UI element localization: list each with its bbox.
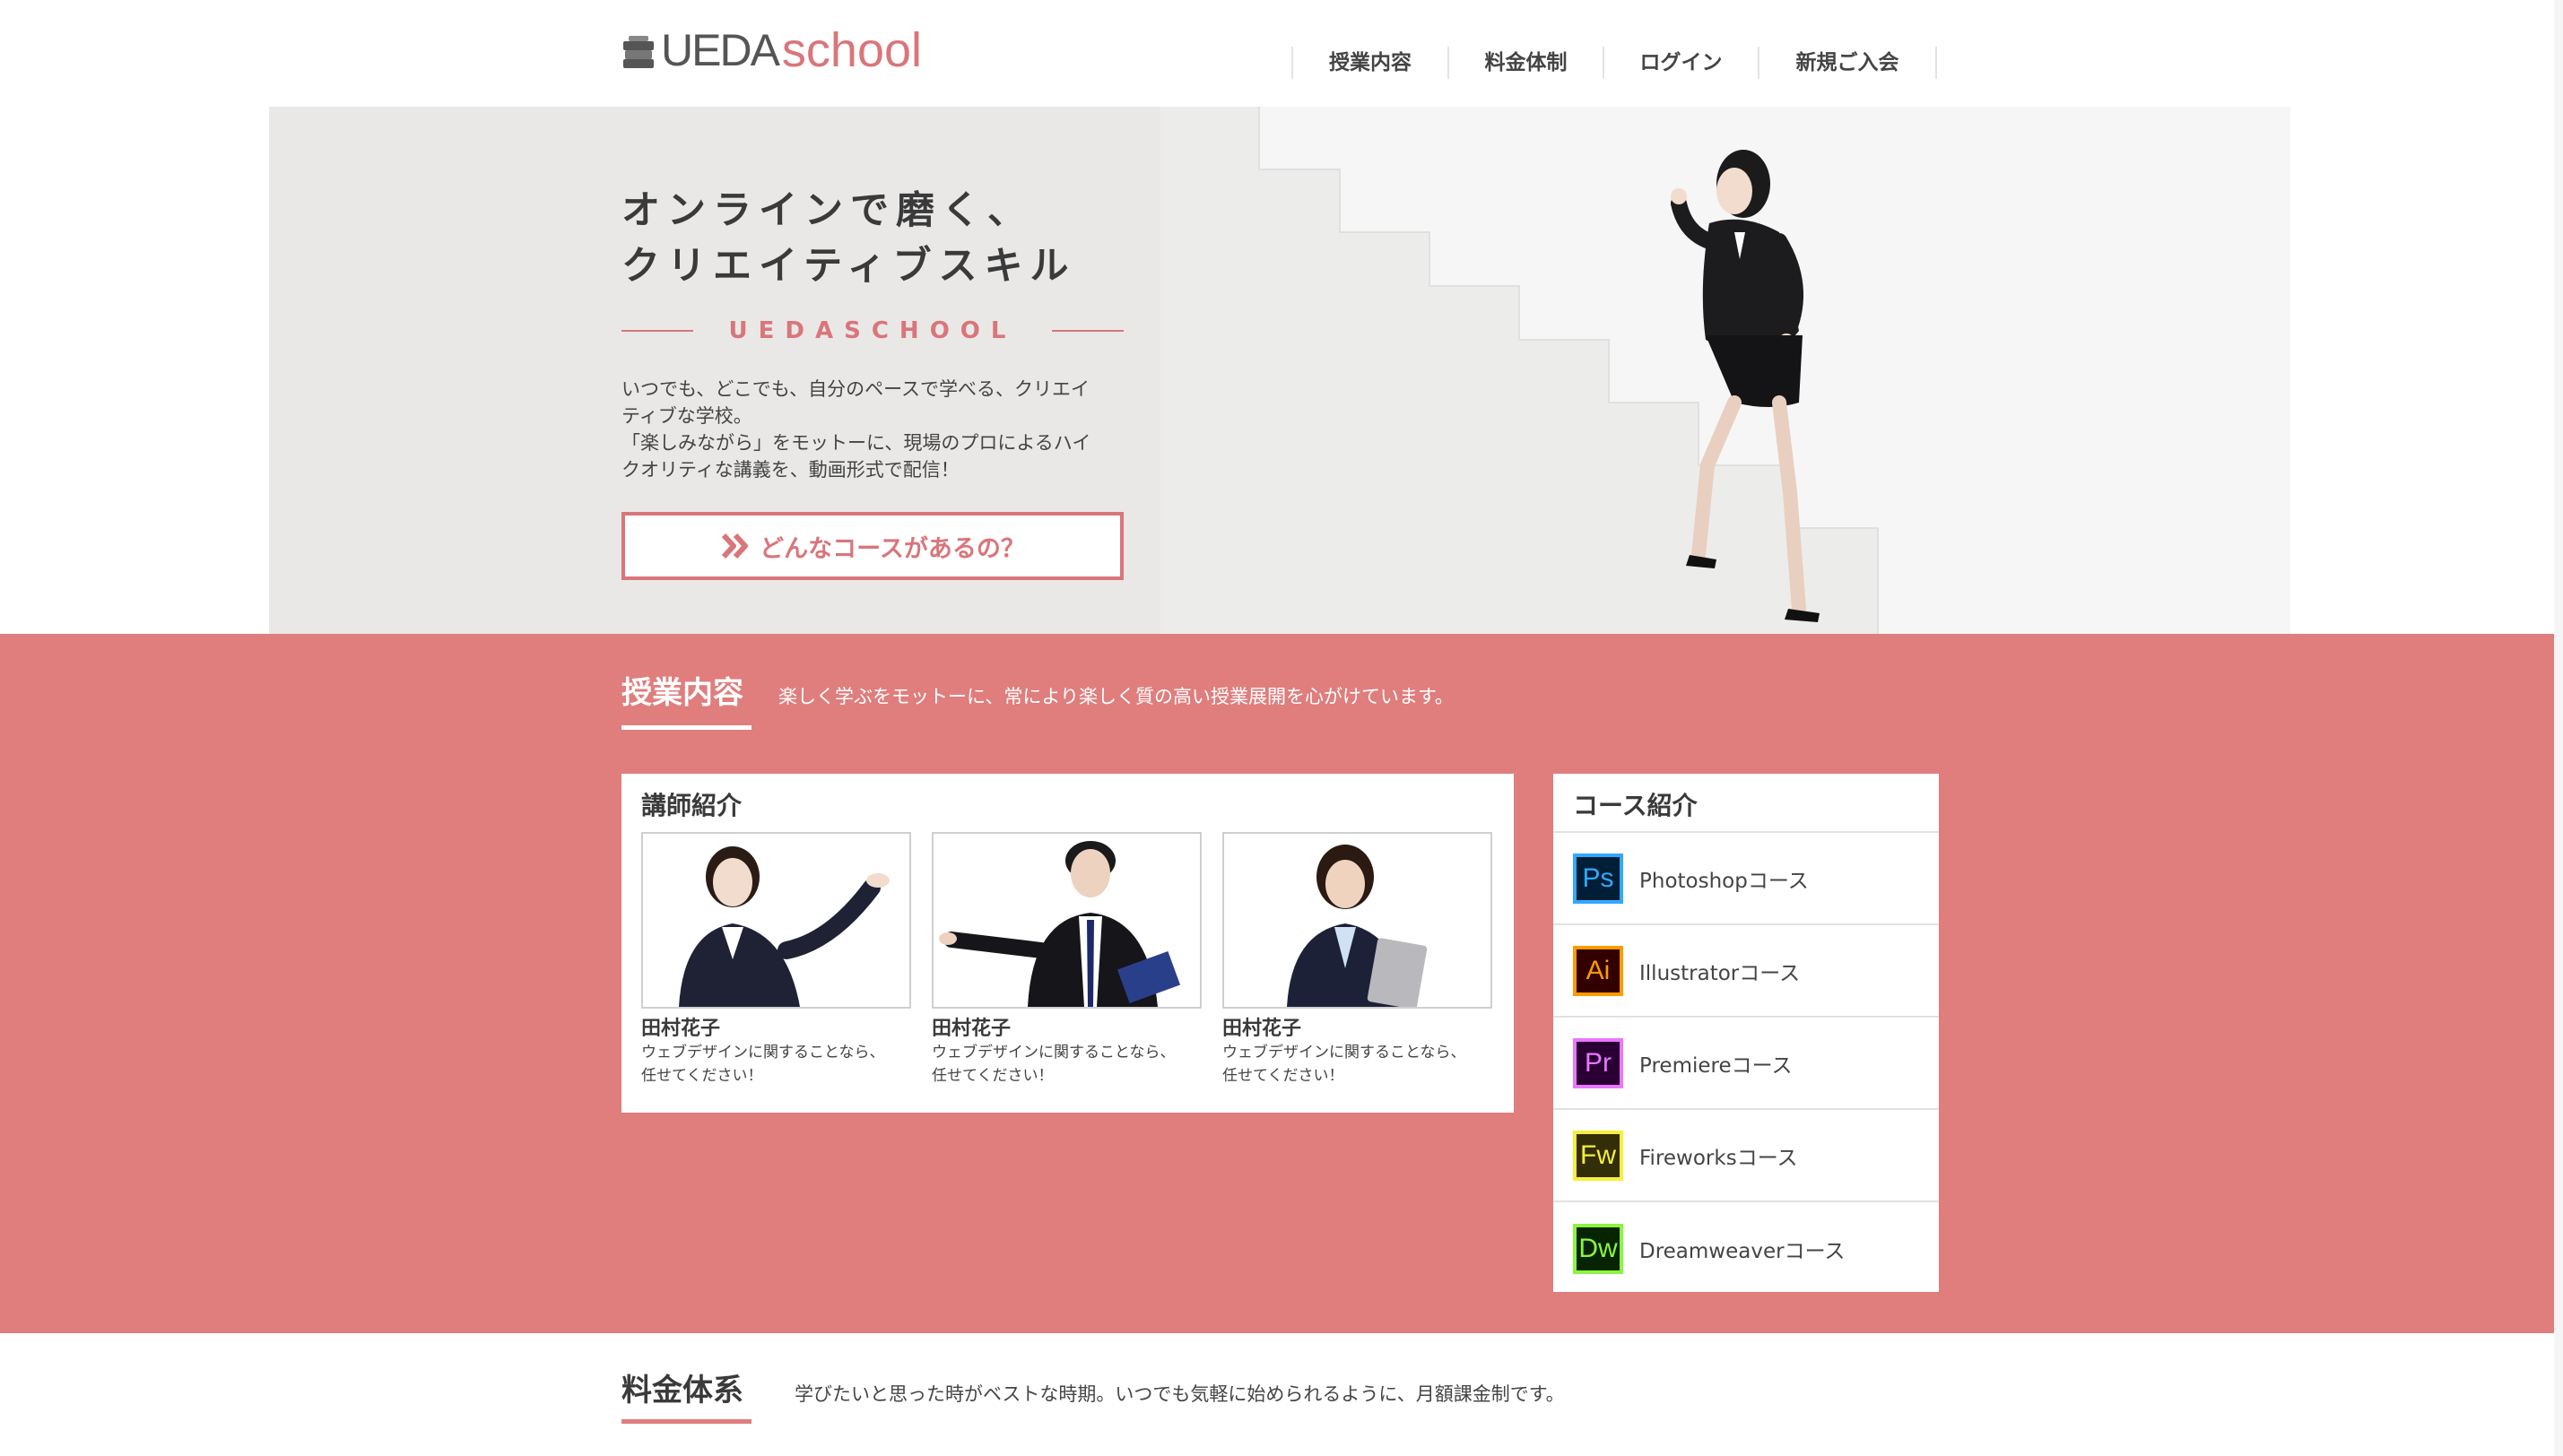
course-label: Illustratorコース: [1639, 961, 1801, 985]
logo-text-school: school: [781, 23, 923, 77]
pricing-section: 料金体系 学びたいと思った時がベストな時期。いつでも気軽に始められるように、月額…: [0, 1333, 2563, 1456]
hero-title-line2: クリエイティブスキル: [621, 244, 1076, 289]
teacher-photo: [641, 832, 911, 1009]
teacher-desc: ウェブデザインに関することなら、: [1222, 1044, 1466, 1062]
hero-image: [1160, 107, 2290, 634]
nav-item-login[interactable]: ログイン: [1604, 47, 1759, 79]
teacher-desc: 任せてください！: [1222, 1067, 1344, 1085]
teacher-card[interactable]: 田村花子 ウェブデザインに関することなら、 任せてください！: [1222, 832, 1492, 1088]
hero-title: オンラインで磨く、 クリエイティブスキル: [621, 183, 1076, 294]
hero-brand: UEDASCHOOL: [621, 313, 1125, 349]
books-icon: [623, 36, 654, 68]
brand-divider-right: [1052, 330, 1125, 332]
logo-text-ueda: UEDA: [661, 25, 780, 75]
dreamweaver-icon: Dw: [1573, 1223, 1623, 1274]
premiere-icon: Pr: [1573, 1037, 1623, 1088]
brand-text: UEDASCHOOL: [728, 317, 1017, 344]
teachers-panel: 講師紹介 田村花子 ウェブデザインに関することなら、 任せてください！ 田村花子…: [621, 774, 1514, 1113]
teacher-desc: ウェブデザインに関することなら、: [641, 1044, 885, 1062]
double-chevron-right-icon: [721, 533, 749, 559]
teacher-photo: [1222, 832, 1492, 1009]
course-item-dreamweaver[interactable]: Dw Dreamweaverコース: [1553, 1202, 1939, 1295]
nav-item-signup[interactable]: 新規ご入会: [1759, 47, 1937, 79]
hero-section: オンラインで磨く、 クリエイティブスキル UEDASCHOOL いつでも、どこで…: [269, 107, 2290, 634]
teacher-name: 田村花子: [1222, 1018, 1302, 1040]
classes-title: 授業内容: [621, 675, 743, 711]
main-nav: 授業内容 料金体制 ログイン 新規ご入会: [1291, 47, 1937, 79]
teacher-card[interactable]: 田村花子 ウェブデザインに関することなら、 任せてください！: [641, 832, 911, 1088]
illustrator-icon: Ai: [1573, 945, 1623, 996]
pricing-title: 料金体系: [621, 1373, 743, 1408]
classes-title-underline: [621, 725, 752, 730]
courses-cta-label: どんなコースがあるの？: [760, 534, 1025, 563]
nav-item-pricing[interactable]: 料金体制: [1449, 47, 1604, 79]
teacher-card[interactable]: 田村花子 ウェブデザインに関することなら、 任せてください！: [932, 832, 1202, 1088]
brand-divider-left: [621, 330, 693, 332]
hero-description: いつでも、どこでも、自分のペースで学べる、クリエイ ティブな学校。 「楽しみなが…: [621, 376, 1133, 483]
course-label: Fireworksコース: [1639, 1146, 1798, 1170]
course-label: Premiereコース: [1639, 1053, 1793, 1078]
hero-desc-line: いつでも、どこでも、自分のペースで学べる、クリエイ: [621, 378, 1090, 400]
teacher-desc: ウェブデザインに関することなら、: [932, 1044, 1176, 1062]
teachers-title: 講師紹介: [641, 791, 743, 820]
course-label: Photoshopコース: [1639, 869, 1809, 893]
course-item-fireworks[interactable]: Fw Fireworksコース: [1553, 1110, 1939, 1202]
page-scrollbar[interactable]: [2554, 0, 2563, 1456]
teacher-name: 田村花子: [641, 1018, 721, 1040]
teacher-desc: 任せてください！: [932, 1067, 1054, 1085]
fireworks-icon: Fw: [1573, 1130, 1623, 1181]
courses-cta-button[interactable]: どんなコースがあるの？: [621, 512, 1124, 580]
stairs-illustration: [1160, 107, 2290, 634]
hero-title-line1: オンラインで磨く、: [621, 188, 1033, 233]
nav-item-classes[interactable]: 授業内容: [1293, 47, 1449, 79]
courses-panel: コース紹介 Ps Photoshopコース Ai Illustratorコース …: [1553, 774, 1939, 1292]
course-item-premiere[interactable]: Pr Premiereコース: [1553, 1018, 1939, 1110]
course-item-illustrator[interactable]: Ai Illustratorコース: [1553, 925, 1939, 1018]
site-header: UEDA school 授業内容 料金体制 ログイン 新規ご入会: [0, 0, 2563, 107]
teacher-photo: [932, 832, 1202, 1009]
course-label: Dreamweaverコース: [1639, 1239, 1846, 1263]
hero-desc-line: クオリティな講義を、動画形式で配信！: [621, 459, 960, 481]
site-logo[interactable]: UEDA school: [621, 23, 922, 77]
course-item-photoshop[interactable]: Ps Photoshopコース: [1553, 833, 1939, 925]
pricing-title-underline: [621, 1419, 752, 1424]
classes-section: 授業内容 楽しく学ぶをモットーに、常により楽しく質の高い授業展開を心がけています…: [0, 634, 2563, 1333]
courses-title: コース紹介: [1553, 774, 1939, 833]
hero-desc-line: ティブな学校。: [621, 405, 752, 427]
teacher-desc: 任せてください！: [641, 1067, 763, 1085]
classes-subtitle: 楽しく学ぶをモットーに、常により楽しく質の高い授業展開を心がけています。: [778, 686, 1454, 707]
pricing-subtitle: 学びたいと思った時がベストな時期。いつでも気軽に始められるように、月額課金制です…: [795, 1383, 1565, 1405]
photoshop-icon: Ps: [1573, 853, 1623, 904]
teacher-name: 田村花子: [932, 1018, 1012, 1040]
hero-desc-line: 「楽しみながら」をモットーに、現場のプロによるハイ: [621, 432, 1091, 454]
